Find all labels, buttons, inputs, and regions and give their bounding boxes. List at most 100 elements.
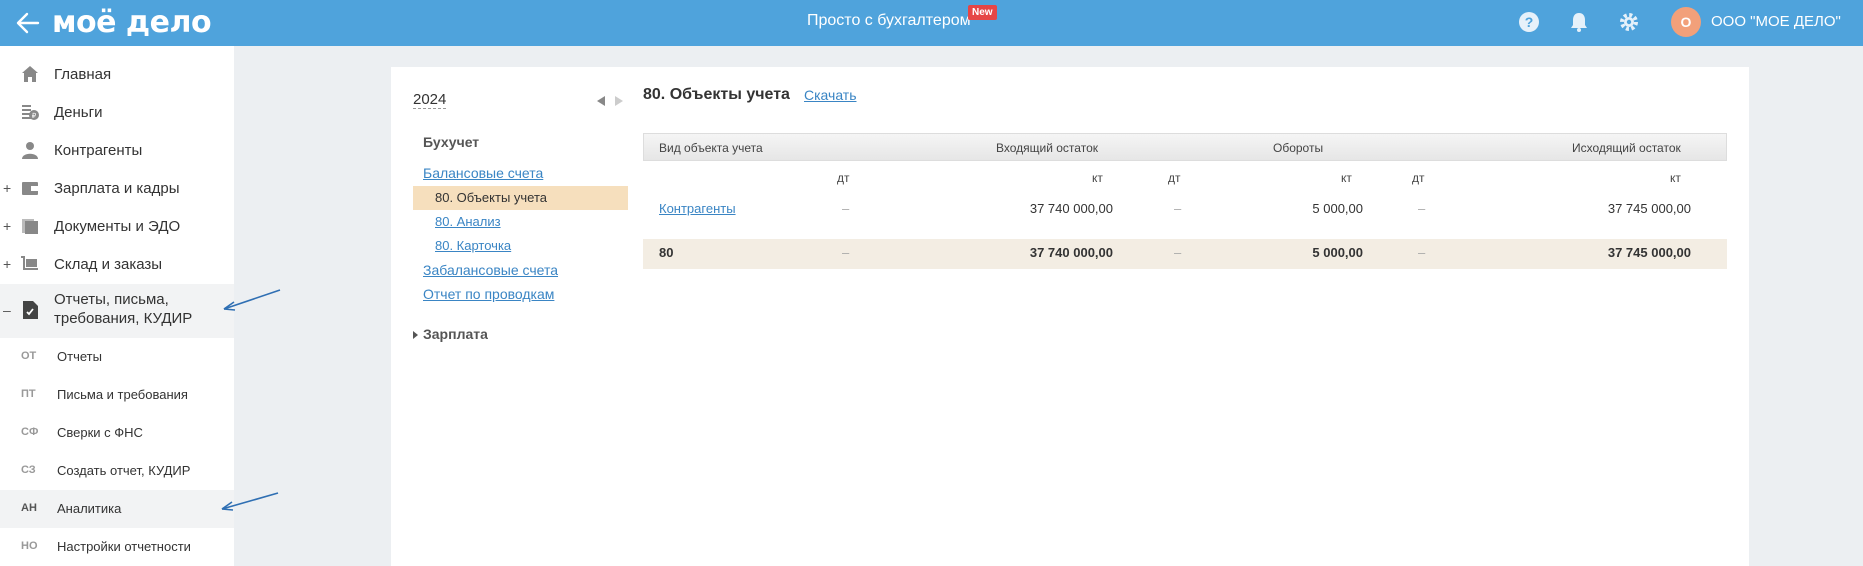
svg-text:?: ? xyxy=(1525,14,1534,30)
tree-section-salary[interactable]: Зарплата xyxy=(423,326,488,342)
wallet-icon xyxy=(22,182,38,195)
tree-link-balance[interactable]: Балансовые счета xyxy=(423,165,543,181)
sidebar-item-label: Главная xyxy=(54,66,112,83)
subitem-label: Создать отчет, КУДИР xyxy=(57,463,191,478)
cell-out-kt: 37 745 000,00 xyxy=(1607,201,1691,216)
total-turn-dt: – xyxy=(1174,245,1182,260)
sidebar-item-salary[interactable]: + Зарплата и кадры xyxy=(0,170,234,208)
subitem-abbr: ПТ xyxy=(21,388,36,400)
tree-link-offbalance[interactable]: Забалансовые счета xyxy=(423,262,558,278)
label-line-1: Отчеты, письма, xyxy=(54,291,169,308)
avatar[interactable]: О xyxy=(1671,7,1701,37)
sidebar-subitem-letters[interactable]: ПТ Письма и требования xyxy=(0,376,234,414)
documents-icon xyxy=(22,219,38,234)
subitem-abbr: ОТ xyxy=(21,350,37,362)
cell-in-dt: – xyxy=(842,201,850,216)
total-out-dt: – xyxy=(1418,245,1426,260)
subheader-kt: кт xyxy=(1092,171,1103,185)
sidebar-item-home[interactable]: Главная xyxy=(0,56,234,94)
sidebar-item-money[interactable]: ₽ Деньги xyxy=(0,94,234,132)
tree-section-title: Бухучет xyxy=(423,134,480,150)
cell-in-kt: 37 740 000,00 xyxy=(1029,201,1113,216)
subheader-dt: дт xyxy=(837,171,850,185)
total-in-dt: – xyxy=(842,245,850,260)
sidebar-subitem-analytics[interactable]: АН Аналитика xyxy=(0,490,234,528)
sidebar-item-label: Отчеты, письма, требования, КУДИР xyxy=(54,290,192,328)
report-icon xyxy=(23,301,38,319)
col-header-turnover: Обороты xyxy=(1273,141,1324,155)
logo[interactable]: моё дело xyxy=(52,5,212,40)
company-name[interactable]: ООО "МОЕ ДЕЛО" xyxy=(1711,13,1841,30)
row-name-link[interactable]: Контрагенты xyxy=(659,201,736,216)
sidebar-item-label: Деньги xyxy=(54,104,103,121)
sidebar-subitem-reconciliation[interactable]: СФ Сверки с ФНС xyxy=(0,414,234,452)
sidebar-subitem-reports[interactable]: ОТ Отчеты xyxy=(0,338,234,376)
col-header-incoming: Входящий остаток xyxy=(996,141,1098,155)
expand-caret-icon[interactable] xyxy=(413,331,418,339)
subheader-dt: дт xyxy=(1168,171,1181,185)
col-header-object: Вид объекта учета xyxy=(659,141,763,155)
new-badge: New xyxy=(968,5,997,20)
page-title: 80. Объекты учета xyxy=(643,86,790,103)
subitem-abbr: СФ xyxy=(21,426,39,438)
tree-link-postings[interactable]: Отчет по проводкам xyxy=(423,286,554,302)
gear-icon[interactable] xyxy=(1617,10,1641,34)
download-link[interactable]: Скачать xyxy=(804,87,857,103)
subitem-label: Отчеты xyxy=(57,349,102,364)
annotation-arrow xyxy=(223,289,281,311)
subitem-abbr: АН xyxy=(21,502,37,514)
prev-year-icon[interactable] xyxy=(597,96,605,106)
product-title[interactable]: Просто с бухгалтером xyxy=(807,12,971,30)
tree-item-selected[interactable]: 80. Объекты учета xyxy=(413,186,628,210)
tree-link-analysis[interactable]: 80. Анализ xyxy=(435,214,501,229)
contractor-icon xyxy=(22,142,38,159)
sidebar-item-label: Контрагенты xyxy=(54,142,143,159)
warehouse-icon xyxy=(21,256,38,270)
subitem-label: Письма и требования xyxy=(57,387,188,402)
sidebar-item-reports[interactable]: – Отчеты, письма, требования, КУДИР xyxy=(0,284,234,338)
subitem-abbr: НО xyxy=(21,540,38,552)
sidebar-item-label: Склад и заказы xyxy=(54,256,163,273)
help-icon[interactable]: ? xyxy=(1517,10,1541,34)
subheader-dt: дт xyxy=(1412,171,1425,185)
total-turn-kt: 5 000,00 xyxy=(1312,245,1363,260)
subitem-label: Аналитика xyxy=(57,501,122,516)
subitem-label: Настройки отчетности xyxy=(57,539,191,554)
sidebar: Главная ₽ Деньги Контрагенты + Зарплата … xyxy=(0,46,234,566)
subheader-kt: кт xyxy=(1341,171,1352,185)
cell-turn-kt: 5 000,00 xyxy=(1312,201,1363,216)
back-arrow-icon[interactable] xyxy=(14,10,42,36)
tree-item-label: 80. Объекты учета xyxy=(435,190,548,205)
collapse-icon[interactable]: – xyxy=(3,302,11,318)
sidebar-item-warehouse[interactable]: + Склад и заказы xyxy=(0,246,234,284)
total-in-kt: 37 740 000,00 xyxy=(1029,245,1113,260)
sidebar-item-contractors[interactable]: Контрагенты xyxy=(0,132,234,170)
sidebar-item-label: Зарплата и кадры xyxy=(54,180,180,197)
cell-turn-dt: – xyxy=(1174,201,1182,216)
subitem-abbr: СЗ xyxy=(21,464,36,476)
money-icon: ₽ xyxy=(22,105,39,120)
subitem-label: Сверки с ФНС xyxy=(57,425,143,440)
sidebar-item-documents[interactable]: + Документы и ЭДО xyxy=(0,208,234,246)
table-header: Вид объекта учета Входящий остаток Оборо… xyxy=(643,133,1727,161)
sidebar-subitem-settings[interactable]: НО Настройки отчетности xyxy=(0,528,234,566)
label-line-2: требования, КУДИР xyxy=(54,310,193,327)
tree-link-card[interactable]: 80. Карточка xyxy=(435,238,511,253)
svg-text:₽: ₽ xyxy=(32,112,37,120)
expand-icon[interactable]: + xyxy=(3,218,11,234)
expand-icon[interactable]: + xyxy=(3,256,11,272)
bell-icon[interactable] xyxy=(1567,10,1591,34)
annotation-arrow xyxy=(221,492,279,511)
expand-icon[interactable]: + xyxy=(3,180,11,196)
year-selector[interactable]: 2024 xyxy=(413,91,447,109)
sidebar-subitem-create-report[interactable]: СЗ Создать отчет, КУДИР xyxy=(0,452,234,490)
top-bar: моё дело Просто с бухгалтером New ? О ОО… xyxy=(0,0,1863,46)
subheader-kt: кт xyxy=(1670,171,1681,185)
col-header-outgoing: Исходящий остаток xyxy=(1572,141,1681,155)
sidebar-item-label: Документы и ЭДО xyxy=(54,218,181,235)
next-year-icon[interactable] xyxy=(615,96,623,106)
home-icon xyxy=(22,66,38,82)
total-name: 80 xyxy=(659,245,674,260)
cell-out-dt: – xyxy=(1418,201,1426,216)
total-out-kt: 37 745 000,00 xyxy=(1607,245,1691,260)
